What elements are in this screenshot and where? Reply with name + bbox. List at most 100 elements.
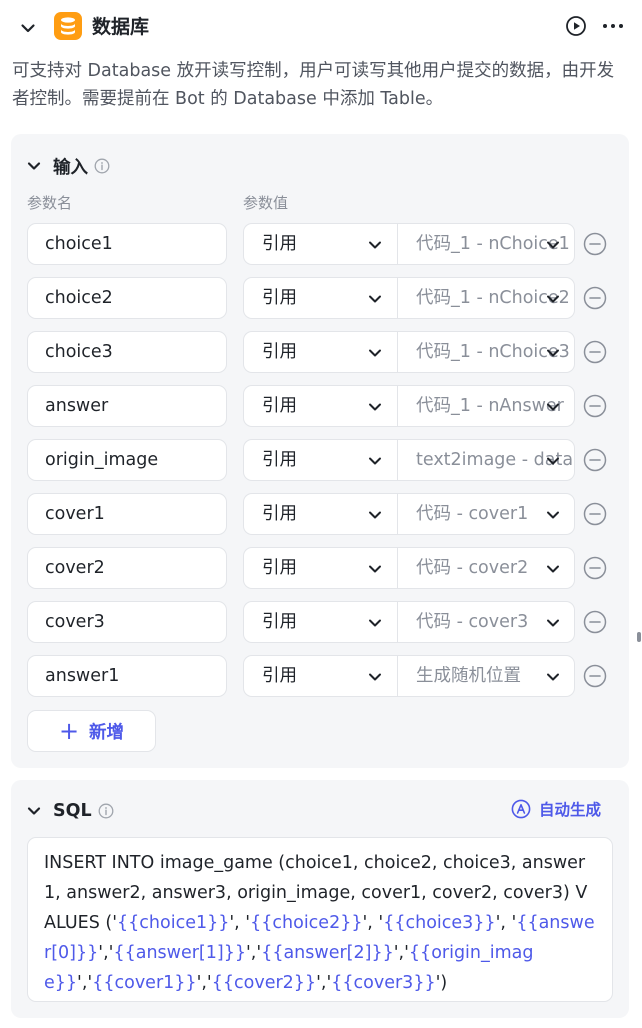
param-ref-select[interactable]: 代码_1 - nChoice2 bbox=[397, 277, 575, 319]
param-ref-value: 代码_1 - nAnswer bbox=[416, 396, 564, 416]
chevron-down-icon bbox=[366, 506, 384, 524]
chevron-down-icon bbox=[366, 236, 384, 254]
param-type-select[interactable]: 引用 bbox=[243, 655, 397, 697]
sql-section: SQL 自动生成 INSERT INTO image_game (choice1… bbox=[11, 780, 629, 1018]
collapse-node-button[interactable] bbox=[16, 16, 40, 40]
param-name-input[interactable]: cover2 bbox=[27, 547, 227, 589]
remove-param-button[interactable] bbox=[583, 394, 607, 418]
param-name-input[interactable]: choice2 bbox=[27, 277, 227, 319]
param-type-value: 引用 bbox=[262, 234, 297, 254]
info-icon[interactable] bbox=[98, 803, 114, 819]
minus-circle-icon bbox=[583, 340, 607, 364]
param-row: cover2 引用 代码 - cover2 bbox=[11, 547, 629, 591]
param-ref-select[interactable]: 生成随机位置 bbox=[397, 655, 575, 697]
param-type-select[interactable]: 引用 bbox=[243, 277, 397, 319]
minus-circle-icon bbox=[583, 448, 607, 472]
sql-editor[interactable]: INSERT INTO image_game (choice1, choice2… bbox=[27, 837, 613, 1002]
param-row: choice1 引用 代码_1 - nChoice1 bbox=[11, 223, 629, 267]
param-name-input[interactable]: choice1 bbox=[27, 223, 227, 265]
param-name-input[interactable]: origin_image bbox=[27, 439, 227, 481]
param-ref-select[interactable]: 代码 - cover3 bbox=[397, 601, 575, 643]
play-circle-icon bbox=[566, 16, 586, 36]
minus-circle-icon bbox=[583, 664, 607, 688]
run-node-button[interactable] bbox=[564, 14, 588, 38]
param-name-header: 参数名 bbox=[27, 194, 73, 212]
param-ref-select[interactable]: 代码 - cover1 bbox=[397, 493, 575, 535]
param-name-input[interactable]: answer1 bbox=[27, 655, 227, 697]
minus-circle-icon bbox=[583, 394, 607, 418]
param-type-value: 引用 bbox=[262, 504, 297, 524]
sql-text: ',' bbox=[393, 943, 409, 963]
param-ref-select[interactable]: 代码_1 - nChoice1 bbox=[397, 223, 575, 265]
param-type-select[interactable]: 引用 bbox=[243, 547, 397, 589]
auto-generate-button[interactable]: 自动生成 bbox=[511, 798, 601, 820]
scrollbar-handle[interactable] bbox=[637, 632, 641, 642]
param-name-input[interactable]: answer bbox=[27, 385, 227, 427]
more-options-button[interactable] bbox=[600, 14, 626, 38]
param-type-select[interactable]: 引用 bbox=[243, 493, 397, 535]
param-ref-select[interactable]: 代码 - cover2 bbox=[397, 547, 575, 589]
sql-text: ',' bbox=[77, 973, 93, 993]
sql-variable: {{cover1}} bbox=[92, 973, 197, 993]
sql-text: ') bbox=[435, 973, 448, 993]
param-name-input[interactable]: cover3 bbox=[27, 601, 227, 643]
remove-param-button[interactable] bbox=[583, 448, 607, 472]
sql-text: ',' bbox=[246, 943, 262, 963]
chevron-down-icon bbox=[27, 162, 41, 170]
param-type-select[interactable]: 引用 bbox=[243, 601, 397, 643]
chevron-down-icon bbox=[544, 506, 562, 524]
auto-generate-label: 自动生成 bbox=[539, 801, 602, 819]
param-name-input[interactable]: cover1 bbox=[27, 493, 227, 535]
param-row: choice2 引用 代码_1 - nChoice2 bbox=[11, 277, 629, 321]
plus-icon: + bbox=[58, 717, 80, 745]
node-title: 数据库 bbox=[92, 16, 150, 38]
param-type-select[interactable]: 引用 bbox=[243, 385, 397, 427]
chevron-down-icon bbox=[21, 24, 35, 33]
param-ref-select[interactable]: 代码_1 - nAnswer bbox=[397, 385, 575, 427]
more-horizontal-icon bbox=[603, 24, 623, 28]
param-ref-select[interactable]: text2image - data bbox=[397, 439, 575, 481]
chevron-down-icon bbox=[544, 668, 562, 686]
sql-section-header: SQL bbox=[25, 797, 114, 825]
add-param-button[interactable]: + 新增 bbox=[27, 710, 156, 752]
remove-param-button[interactable] bbox=[583, 340, 607, 364]
param-type-select[interactable]: 引用 bbox=[243, 439, 397, 481]
param-ref-select[interactable]: 代码_1 - nChoice3 bbox=[397, 331, 575, 373]
chevron-down-icon bbox=[366, 614, 384, 632]
param-ref-value: 代码 - cover1 bbox=[416, 504, 529, 524]
minus-circle-icon bbox=[583, 502, 607, 526]
param-row: answer1 引用 生成随机位置 bbox=[11, 655, 629, 699]
chevron-down-icon bbox=[366, 560, 384, 578]
param-type-value: 引用 bbox=[262, 288, 297, 308]
remove-param-button[interactable] bbox=[583, 232, 607, 256]
sql-variable: {{answer[2]}} bbox=[261, 943, 394, 963]
add-param-label: 新增 bbox=[89, 722, 125, 743]
remove-param-button[interactable] bbox=[583, 556, 607, 580]
param-type-select[interactable]: 引用 bbox=[243, 223, 397, 265]
chevron-down-icon bbox=[27, 807, 41, 815]
minus-circle-icon bbox=[583, 556, 607, 580]
chevron-down-icon bbox=[366, 290, 384, 308]
param-value-header: 参数值 bbox=[243, 194, 289, 212]
minus-circle-icon bbox=[583, 232, 607, 256]
param-type-select[interactable]: 引用 bbox=[243, 331, 397, 373]
chevron-down-icon bbox=[544, 344, 562, 362]
sql-variable: {{choice3}} bbox=[383, 913, 496, 933]
remove-param-button[interactable] bbox=[583, 664, 607, 688]
remove-param-button[interactable] bbox=[583, 502, 607, 526]
remove-param-button[interactable] bbox=[583, 286, 607, 310]
database-icon bbox=[54, 12, 82, 40]
param-ref-value: 代码 - cover2 bbox=[416, 558, 529, 578]
collapse-input-button[interactable] bbox=[25, 157, 43, 175]
sql-text: ',' bbox=[196, 973, 212, 993]
input-section-title: 输入 bbox=[53, 157, 88, 178]
sql-text: ',' bbox=[98, 943, 114, 963]
chevron-down-icon bbox=[544, 614, 562, 632]
param-type-value: 引用 bbox=[262, 612, 297, 632]
param-row: cover1 引用 代码 - cover1 bbox=[11, 493, 629, 537]
remove-param-button[interactable] bbox=[583, 610, 607, 634]
chevron-down-icon bbox=[544, 398, 562, 416]
collapse-sql-button[interactable] bbox=[25, 802, 43, 820]
info-icon[interactable] bbox=[94, 158, 110, 174]
param-name-input[interactable]: choice3 bbox=[27, 331, 227, 373]
